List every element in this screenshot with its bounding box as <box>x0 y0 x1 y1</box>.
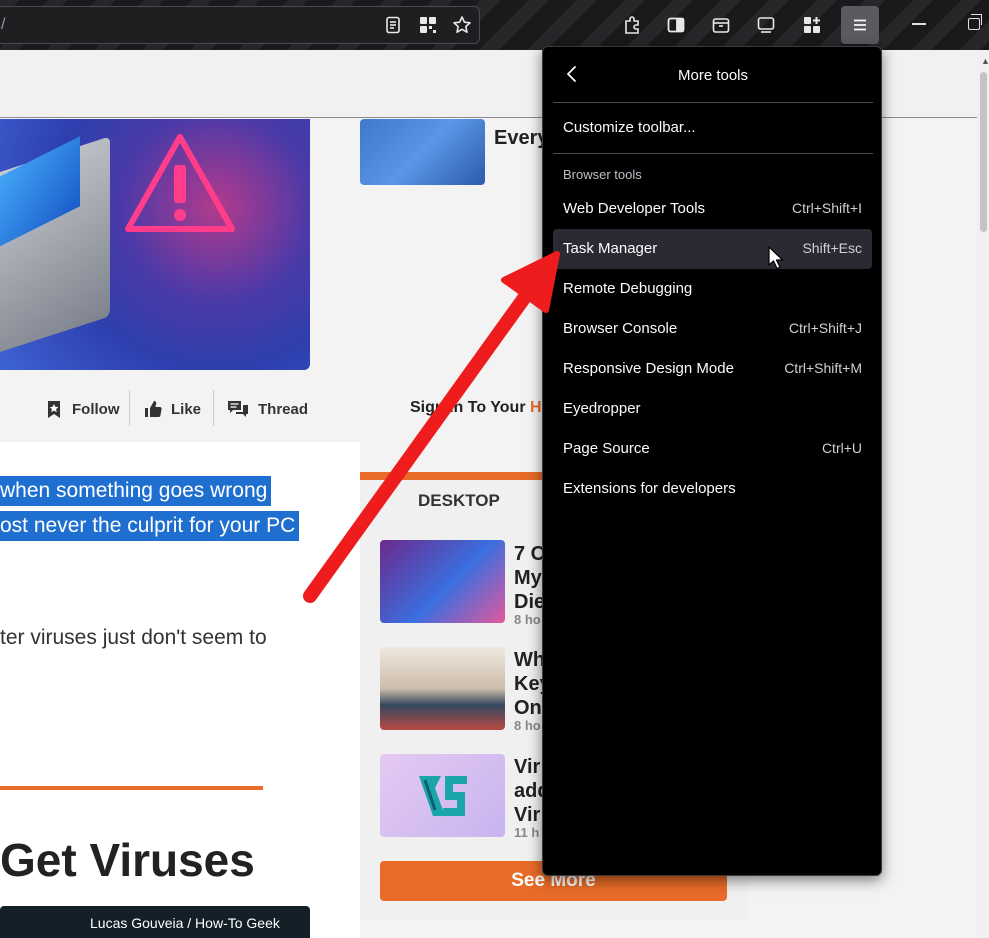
menu-item-label: Eyedropper <box>563 400 641 417</box>
divider <box>129 390 130 426</box>
follow-button[interactable]: Follow <box>44 392 120 426</box>
article-section-heading: Get Viruses <box>0 834 255 886</box>
window-minimize-button[interactable] <box>912 23 926 25</box>
sidebar-thumbnail[interactable] <box>360 119 485 185</box>
menu-item-extensions-for-developers[interactable]: Extensions for developers <box>553 469 872 509</box>
tab-view-icon[interactable] <box>752 11 780 39</box>
article-hero-image <box>0 119 310 370</box>
menu-item-task-manager[interactable]: Task Manager Shift+Esc <box>553 229 872 269</box>
panel-separator <box>553 102 873 103</box>
mouse-cursor-icon <box>768 246 784 270</box>
app-menu-button[interactable] <box>841 6 879 44</box>
menu-item-remote-debugging[interactable]: Remote Debugging <box>553 269 872 309</box>
section-divider <box>0 786 263 790</box>
thread-label: Thread <box>258 400 309 418</box>
scrollbar-thumb[interactable] <box>980 72 987 232</box>
menu-item-shortcut: Ctrl+Shift+M <box>784 360 862 376</box>
customize-toolbar-item[interactable]: Customize toolbar... <box>553 108 872 148</box>
menu-item-responsive-design-mode[interactable]: Responsive Design Mode Ctrl+Shift+M <box>553 349 872 389</box>
menu-item-label: Browser Console <box>563 320 678 337</box>
menu-item-label: Customize toolbar... <box>563 119 696 136</box>
sidebar-thumbnail[interactable] <box>380 647 505 730</box>
menu-item-label: Responsive Design Mode <box>563 360 734 377</box>
warning-sign-icon <box>125 134 235 232</box>
reader-view-icon[interactable] <box>379 11 407 39</box>
bookmark-star-icon <box>48 401 60 418</box>
follow-label: Follow <box>72 400 120 418</box>
menu-item-label: Remote Debugging <box>563 280 693 297</box>
browser-tools-label: Browser tools <box>563 167 642 182</box>
sidebar-headline[interactable]: 7 C My Die <box>514 542 545 614</box>
panel-title: More tools <box>677 67 749 84</box>
headline-line: My <box>514 567 542 589</box>
thumbs-up-icon <box>145 401 162 417</box>
add-widgets-icon[interactable] <box>798 11 826 39</box>
selected-text-line[interactable]: ost never the culprit for your PC <box>0 511 300 541</box>
url-text[interactable]: / <box>1 16 5 34</box>
chat-bubbles-icon <box>228 401 248 417</box>
sidebar-section-title: DESKTOP <box>418 491 500 510</box>
bookmark-star-icon[interactable] <box>448 11 476 39</box>
like-label: Like <box>171 400 202 418</box>
menu-item-eyedropper[interactable]: Eyedropper <box>553 389 872 429</box>
app-logo-icon <box>418 775 467 816</box>
article-paragraph: ter viruses just don't seem to <box>0 626 267 649</box>
headline-line: 7 C <box>514 543 546 565</box>
menu-item-shortcut: Ctrl+U <box>821 440 862 456</box>
browser-toolbar: / <box>0 0 989 50</box>
laptop-illustration <box>0 136 110 362</box>
like-button[interactable]: Like <box>143 392 201 426</box>
menu-item-shortcut: Ctrl+Shift+J <box>788 320 862 336</box>
menu-item-shortcut: Ctrl+Shift+I <box>791 200 862 216</box>
menu-item-shortcut: Shift+Esc <box>802 240 862 256</box>
menu-item-web-developer-tools[interactable]: Web Developer Tools Ctrl+Shift+I <box>553 189 872 229</box>
image-credit: Lucas Gouveia / How-To Geek <box>90 915 280 931</box>
qr-code-icon[interactable] <box>414 11 442 39</box>
scroll-up-icon[interactable]: ▲ <box>981 56 989 66</box>
headline-line: Die <box>514 591 546 613</box>
sign-in-link[interactable]: Sign In To Your H <box>410 399 542 417</box>
menu-item-label: Task Manager <box>563 240 658 257</box>
menu-item-label: Extensions for developers <box>563 480 736 497</box>
pocket-save-icon[interactable] <box>707 11 735 39</box>
post-time: 11 h <box>514 825 540 840</box>
sign-in-text: Sign In To Your <box>410 399 526 416</box>
menu-item-page-source[interactable]: Page Source Ctrl+U <box>553 429 872 469</box>
sidebar-accent-bar <box>360 472 560 480</box>
sidebar-toggle-icon[interactable] <box>662 11 690 39</box>
menu-item-label: Page Source <box>563 440 650 457</box>
window-restore-button[interactable] <box>968 14 982 30</box>
sign-in-accent: H <box>525 399 542 416</box>
menu-item-browser-console[interactable]: Browser Console Ctrl+Shift+J <box>553 309 872 349</box>
divider <box>213 390 214 426</box>
sidebar-thumbnail[interactable] <box>380 540 505 623</box>
post-time: 8 ho <box>514 718 541 733</box>
selected-text-line[interactable]: when something goes wrong <box>0 476 272 506</box>
sidebar-thumbnail[interactable] <box>380 754 505 837</box>
post-time: 8 ho <box>514 612 541 627</box>
sidebar-headline[interactable]: Every <box>494 127 549 150</box>
more-tools-panel: More tools Customize toolbar... Browser … <box>542 46 882 876</box>
panel-separator <box>553 153 873 154</box>
menu-item-label: Web Developer Tools <box>563 200 706 217</box>
thread-button[interactable]: Thread <box>226 392 308 426</box>
extensions-icon[interactable] <box>618 11 646 39</box>
url-bar[interactable]: / <box>0 6 480 44</box>
